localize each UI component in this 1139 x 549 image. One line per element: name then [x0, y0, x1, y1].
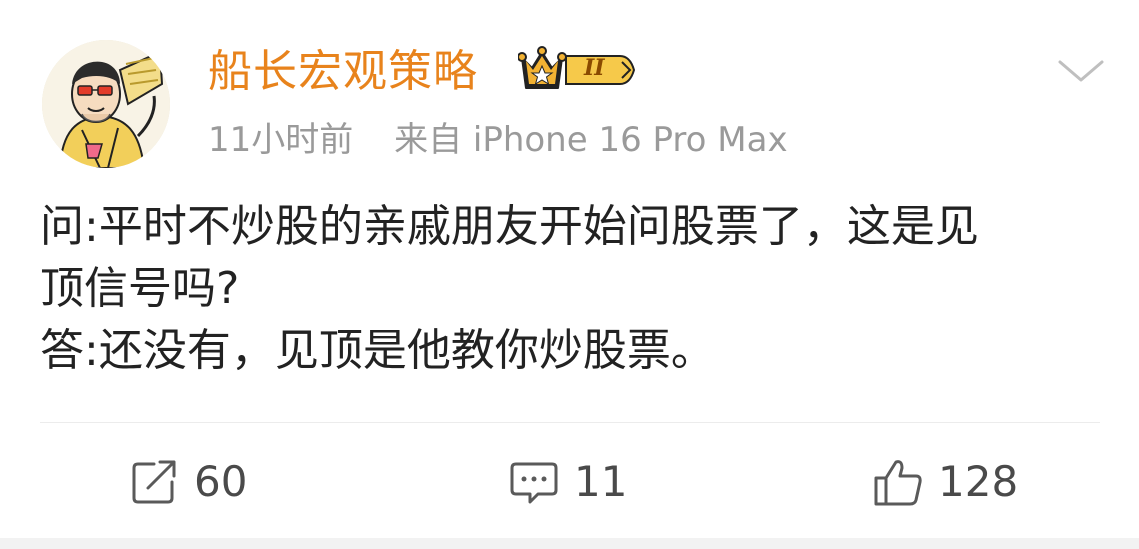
comment-icon: [510, 462, 558, 504]
crown-vip-badge-icon[interactable]: [518, 44, 642, 96]
content-line: 顶信号吗?: [40, 263, 240, 314]
share-icon: [132, 460, 176, 504]
weibo-post-card: 船长宏观策略 II 11小时前 来自 iPhone 16 Pro Max 问:平…: [0, 0, 1139, 549]
like-count: 128: [938, 457, 1019, 506]
post-time: 11小时前: [208, 120, 354, 160]
divider: [40, 422, 1100, 423]
post-source: 来自 iPhone 16 Pro Max: [394, 120, 788, 160]
comment-count: 11: [574, 457, 628, 506]
like-button[interactable]: 128: [872, 452, 1018, 512]
comment-button[interactable]: 11: [508, 452, 627, 512]
vip-level-label: II: [584, 55, 605, 81]
cartoon-man-avatar-icon: [42, 40, 170, 168]
chevron-down-icon[interactable]: [1056, 52, 1106, 88]
bottom-separator-bar: [0, 538, 1139, 549]
content-line: 答:还没有，见顶是他教你炒股票。: [40, 325, 715, 376]
avatar[interactable]: [42, 40, 170, 168]
author-name[interactable]: 船长宏观策略: [208, 44, 478, 100]
content-line: 问:平时不炒股的亲戚朋友开始问股票了，这是见: [40, 201, 979, 252]
repost-count: 60: [194, 457, 248, 506]
post-content: 问:平时不炒股的亲戚朋友开始问股票了，这是见 顶信号吗? 答:还没有，见顶是他教…: [40, 196, 1100, 382]
repost-button[interactable]: 60: [128, 452, 247, 512]
post-meta: 11小时前 来自 iPhone 16 Pro Max: [208, 117, 788, 163]
thumbs-up-icon: [874, 460, 922, 506]
